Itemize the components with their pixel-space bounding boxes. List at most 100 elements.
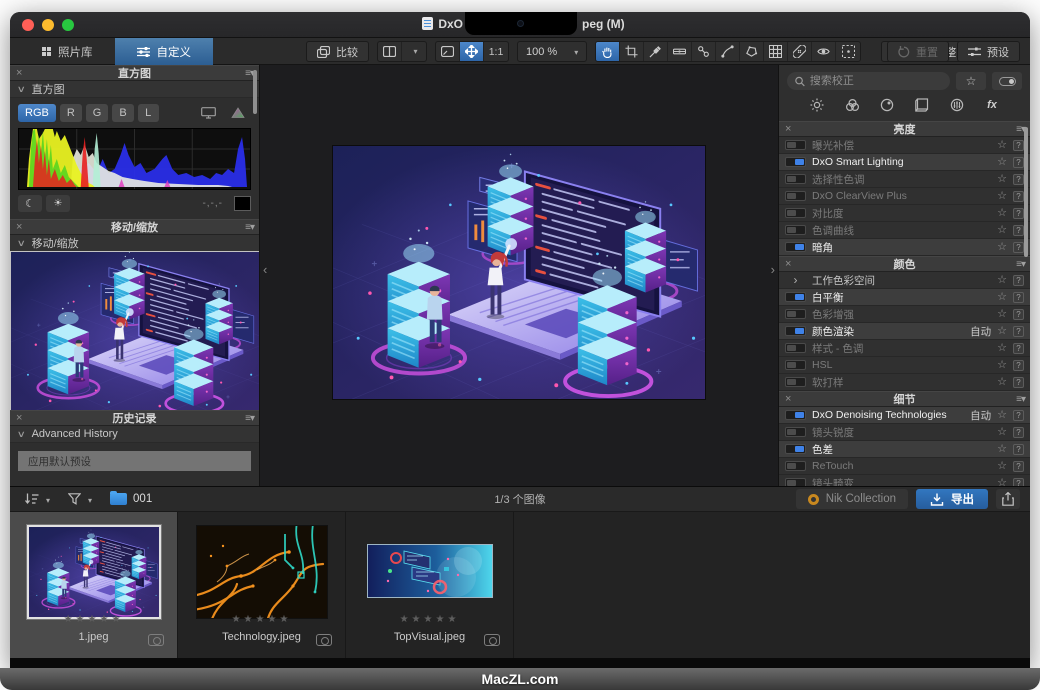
reset-correction-icon[interactable] (1013, 444, 1024, 455)
correction-row[interactable]: 软打样 (779, 374, 1030, 391)
close-icon[interactable] (16, 220, 22, 235)
tab-customize[interactable]: 自定义 (115, 38, 214, 65)
split-view-button[interactable] (378, 42, 402, 61)
reset-correction-icon[interactable] (1013, 275, 1024, 286)
channel-g-button[interactable]: G (86, 104, 109, 122)
correction-row[interactable]: DxO Denoising Technologies自动 (779, 407, 1030, 424)
favorite-star-icon[interactable] (997, 191, 1007, 202)
favorite-star-icon[interactable] (997, 157, 1007, 168)
auto-mask-tool-button[interactable] (740, 42, 764, 61)
reset-correction-icon[interactable] (1013, 242, 1024, 253)
reset-correction-icon[interactable] (1013, 427, 1024, 438)
retouch-tool-button[interactable] (788, 42, 812, 61)
star-rating[interactable]: ★★★★★ (178, 614, 345, 625)
crop-tool-button[interactable] (620, 42, 644, 61)
reset-correction-icon[interactable] (1013, 309, 1024, 320)
close-icon[interactable] (16, 66, 22, 81)
horizon-tool-button[interactable] (668, 42, 692, 61)
sort-button[interactable] (20, 490, 55, 509)
correction-row[interactable]: HSL (779, 357, 1030, 374)
favorite-star-icon[interactable] (997, 461, 1007, 472)
favorite-star-icon[interactable] (997, 309, 1007, 320)
reset-correction-icon[interactable] (1013, 208, 1024, 219)
correction-row[interactable]: 暗角 (779, 239, 1030, 256)
favorite-star-icon[interactable] (997, 292, 1007, 303)
filter-button[interactable] (63, 490, 97, 509)
favorite-star-icon[interactable] (997, 377, 1007, 388)
favorite-star-icon[interactable] (997, 208, 1007, 219)
favorite-star-icon[interactable] (997, 360, 1007, 371)
export-button[interactable]: 导出 (916, 489, 988, 509)
correction-row[interactable]: 镜头畸变 (779, 475, 1030, 486)
titlebar[interactable]: DxO peg (M) (10, 12, 1030, 38)
star-rating[interactable]: ★★★★★ (346, 614, 513, 625)
reset-correction-icon[interactable] (1013, 410, 1024, 421)
zoom-1to1-button[interactable]: 1:1 (484, 42, 508, 61)
toggle-switch[interactable] (785, 444, 806, 454)
histogram-section-toggle[interactable]: 直方图 (10, 81, 259, 98)
channel-b-button[interactable]: B (112, 104, 133, 122)
split-view-dropdown[interactable] (402, 42, 426, 61)
palette-menu-icon[interactable] (1016, 392, 1025, 407)
toggle-switch[interactable] (785, 225, 806, 235)
compare-button[interactable]: 比较 (306, 41, 369, 62)
reset-correction-icon[interactable] (1013, 140, 1024, 151)
search-corrections-input[interactable] (810, 75, 942, 87)
favorite-star-icon[interactable] (997, 343, 1007, 354)
palette-menu-icon[interactable] (1016, 257, 1025, 272)
correction-row[interactable]: 色差 (779, 441, 1030, 458)
thumbnail-cell-2[interactable]: ★★★★★ Technology.jpeg (178, 512, 346, 658)
correction-row[interactable]: 样式 - 色调 (779, 340, 1030, 357)
fit-screen-button[interactable] (436, 42, 460, 61)
zoom-window-button[interactable] (62, 19, 74, 31)
white-balance-picker-button[interactable] (644, 42, 668, 61)
favorite-star-icon[interactable] (997, 174, 1007, 185)
correction-row[interactable]: 色调曲线 (779, 222, 1030, 239)
zoom-level-select[interactable]: 100 % (517, 41, 587, 62)
share-button[interactable] (996, 489, 1020, 509)
correction-row[interactable]: 颜色渲染自动 (779, 323, 1030, 340)
collapse-right-panel-icon[interactable] (771, 263, 775, 276)
close-icon[interactable] (785, 122, 791, 137)
presets-button[interactable]: 预设 (957, 41, 1020, 62)
hand-tool-button[interactable] (596, 42, 620, 61)
tab-photo-library[interactable]: 照片库 (20, 38, 115, 65)
reset-correction-icon[interactable] (1013, 461, 1024, 472)
reset-correction-icon[interactable] (1013, 326, 1024, 337)
highlight-clipping-button[interactable] (46, 195, 70, 212)
toggle-switch[interactable] (785, 157, 806, 167)
geometry-category-button[interactable] (907, 95, 937, 115)
favorite-star-icon[interactable] (997, 225, 1007, 236)
close-icon[interactable] (785, 392, 791, 407)
left-panel-scrollbar[interactable] (253, 70, 257, 114)
toggle-switch[interactable] (785, 478, 806, 486)
toggle-switch[interactable] (785, 410, 806, 420)
toggle-switch[interactable] (785, 242, 806, 252)
control-line-tool-button[interactable] (716, 42, 740, 61)
toggle-switch[interactable] (785, 309, 806, 319)
grid-tool-button[interactable] (764, 42, 788, 61)
detail-category-button[interactable] (872, 95, 902, 115)
correction-row[interactable]: 色彩增强 (779, 306, 1030, 323)
nik-collection-button[interactable]: Nik Collection (796, 489, 908, 509)
red-eye-tool-button[interactable] (812, 42, 836, 61)
star-rating[interactable]: ★★★★★ (10, 614, 177, 625)
channel-l-button[interactable]: L (138, 104, 159, 122)
favorite-star-icon[interactable] (997, 478, 1007, 487)
color-category-button[interactable] (837, 95, 867, 115)
toggle-switch[interactable] (785, 174, 806, 184)
favorite-star-icon[interactable] (997, 326, 1007, 337)
favorite-star-icon[interactable] (997, 275, 1007, 286)
correction-row[interactable]: 工作色彩空间 (779, 272, 1030, 289)
toggle-switch[interactable] (785, 208, 806, 218)
channel-r-button[interactable]: R (60, 104, 82, 122)
thumbnail-image[interactable] (367, 544, 493, 598)
reset-correction-icon[interactable] (1013, 377, 1024, 388)
toggle-switch[interactable] (785, 343, 806, 353)
effects-category-button[interactable]: fx (977, 95, 1007, 115)
favorite-star-icon[interactable] (997, 427, 1007, 438)
palette-menu-icon[interactable] (245, 411, 254, 426)
thumbnail-cell-1[interactable]: ★★★★★ 1.jpeg (10, 512, 178, 658)
close-window-button[interactable] (22, 19, 34, 31)
minimize-window-button[interactable] (42, 19, 54, 31)
